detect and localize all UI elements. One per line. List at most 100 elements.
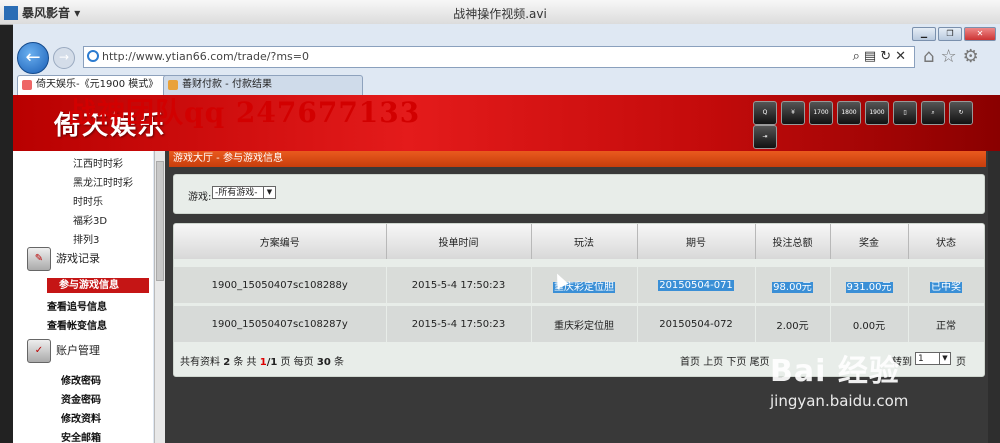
forward-button[interactable]: →: [53, 47, 75, 69]
ie-icon: [87, 50, 99, 62]
content-scrollbar[interactable]: [988, 151, 1000, 443]
restore-icon[interactable]: ❐: [938, 27, 962, 41]
sidebar-item-change-password[interactable]: 修改密码: [61, 372, 101, 387]
tab-strip: 倚天娱乐-《元1900 模式》 × 善财付款 - 付款结果: [13, 73, 1000, 95]
close-icon[interactable]: ✕: [964, 27, 996, 41]
sidebar-scrollbar[interactable]: [154, 151, 165, 443]
col-header-prize[interactable]: 奖金: [830, 224, 909, 259]
address-url: http://www.ytian66.com/trade/?ms=0: [102, 50, 309, 63]
pager-prev-link[interactable]: 上页: [703, 357, 723, 368]
cell-status: 已中奖: [908, 267, 984, 306]
exit-icon[interactable]: ⇥: [753, 125, 777, 149]
cell-play-type: 重庆彩定位胆: [531, 304, 638, 345]
sidebar-section-account[interactable]: ✓ 账户管理: [27, 339, 100, 363]
stop-icon[interactable]: ✕: [895, 49, 910, 64]
tab-favicon-icon: [22, 80, 32, 90]
pager-goto-unit: 页: [956, 357, 966, 368]
col-header-play-type[interactable]: 玩法: [531, 224, 638, 259]
col-header-order-time[interactable]: 投单时间: [386, 224, 532, 259]
navigation-bar: ← → http://www.ytian66.com/trade/?ms=0 ⌕…: [13, 40, 1000, 74]
pager-goto-value: 1: [918, 354, 924, 364]
site-header: 倚天娱乐 战神团队qq 247677133 Q ¥1700 1800 1900 ▯ ⌕ ↻⇥: [13, 95, 1000, 151]
compat-icon[interactable]: ▤: [864, 49, 880, 64]
refresh-icon[interactable]: ↻: [949, 101, 973, 125]
sidebar-section-label: 账户管理: [56, 344, 100, 357]
book-icon[interactable]: ▯: [893, 101, 917, 125]
search-icon[interactable]: ⌕: [853, 49, 864, 64]
video-title: 战神操作视频.avi: [453, 7, 547, 21]
game-filter-value: -所有游戏-: [215, 188, 258, 198]
chevron-down-icon: ▼: [939, 353, 950, 364]
address-bar[interactable]: http://www.ytian66.com/trade/?ms=0 ⌕▤↻✕: [83, 46, 915, 68]
pager-last-link[interactable]: 尾页: [750, 357, 770, 368]
cell-play-type: 重庆彩定位胆: [531, 267, 638, 306]
tab-payment-result[interactable]: 善财付款 - 付款结果: [163, 75, 363, 95]
table-row[interactable]: 1900_15050407sc108288y 2015-5-4 17:50:23…: [174, 267, 984, 306]
mode-1900-icon[interactable]: 1900: [865, 101, 889, 125]
pager-goto-select[interactable]: 1 ▼: [915, 352, 951, 365]
window-controls: ▁ ❐ ✕: [910, 26, 996, 41]
sidebar-item-edit-profile[interactable]: 修改资料: [61, 410, 101, 425]
filter-panel: 游戏: -所有游戏- ▼: [173, 174, 985, 214]
cell-plan-id[interactable]: 1900_15050407sc108287y: [174, 304, 387, 345]
status-badge: 已中奖: [930, 281, 962, 293]
player-title-bar: 暴风影音 ▾ 战神操作视频.avi: [0, 0, 1000, 25]
orders-table: 方案编号 投单时间 玩法 期号 投注总额 奖金 状态 1900_15050407…: [174, 224, 984, 345]
sidebar-scroll-thumb[interactable]: [156, 161, 164, 281]
pager-text: 条: [333, 357, 344, 368]
favorites-star-icon[interactable]: ☆: [940, 46, 962, 67]
sidebar-item-secure-email[interactable]: 安全邮箱: [61, 429, 101, 443]
pager-per-page: 30: [316, 357, 331, 368]
browser-toolbar-icons: ⌂☆⚙: [923, 46, 985, 67]
baidu-logo: Bai 经验: [770, 354, 900, 389]
mode-1800-icon[interactable]: 1800: [837, 101, 861, 125]
sidebar-item-game-info[interactable]: 参与游戏信息: [47, 278, 149, 293]
qq-icon[interactable]: Q: [753, 101, 777, 125]
cell-issue-text: 20150504-071: [658, 279, 734, 291]
header-icon-bar: Q ¥1700 1800 1900 ▯ ⌕ ↻ ⇥: [753, 101, 1000, 149]
baidu-jingyan-watermark: Bai 经验 jingyan.baidu.com: [770, 346, 908, 410]
address-tools: ⌕▤↻✕: [853, 49, 910, 64]
pager-text: 条 共: [233, 357, 257, 368]
tab-favicon-icon: [168, 80, 178, 90]
sidebar-item-heilongjiang[interactable]: 黑龙江时时彩: [73, 174, 133, 189]
sidebar-item-fucai3d[interactable]: 福彩3D: [73, 212, 107, 227]
sidebar-item-account-changes[interactable]: 查看帐变信息: [47, 317, 107, 332]
cell-bet-total: 2.00元: [755, 304, 831, 345]
col-header-bet-total[interactable]: 投注总额: [755, 224, 831, 259]
video-watermark: 战神团队qq 247677133: [68, 96, 421, 129]
cell-prize: 931.00元: [830, 267, 909, 306]
pager-next-link[interactable]: 下页: [726, 357, 746, 368]
search-icon[interactable]: ⌕: [921, 101, 945, 125]
sidebar-section-game-records[interactable]: ✎ 游戏记录: [27, 247, 100, 271]
sidebar-item-jiangxi[interactable]: 江西时时彩: [73, 155, 123, 170]
refresh-icon[interactable]: ↻: [880, 49, 895, 64]
col-header-plan-id[interactable]: 方案编号: [174, 224, 387, 259]
home-icon[interactable]: ⌂: [923, 46, 940, 67]
cell-prize: 0.00元: [830, 304, 909, 345]
game-filter-select[interactable]: -所有游戏- ▼: [212, 186, 276, 199]
pager-nav: 首页 上页 下页 尾页: [680, 353, 770, 368]
chevron-down-icon: ▼: [263, 187, 275, 198]
forward-arrow-icon: →: [58, 50, 70, 64]
pager-first-link[interactable]: 首页: [680, 357, 700, 368]
sidebar-item-shishile[interactable]: 时时乐: [73, 193, 103, 208]
table-row[interactable]: 1900_15050407sc108287y 2015-5-4 17:50:23…: [174, 304, 984, 345]
mode-1700-icon[interactable]: 1700: [809, 101, 833, 125]
sidebar-item-pailie3[interactable]: 排列3: [73, 231, 99, 246]
yuan-icon[interactable]: ¥: [781, 101, 805, 125]
back-button[interactable]: ←: [17, 42, 49, 74]
sidebar-item-fund-password[interactable]: 资金密码: [61, 391, 101, 406]
sidebar-item-chase-info[interactable]: 查看追号信息: [47, 298, 107, 313]
minimize-icon[interactable]: ▁: [912, 27, 936, 41]
pager-text: 页 每页: [280, 357, 314, 368]
col-header-issue[interactable]: 期号: [637, 224, 756, 259]
tab-yitian[interactable]: 倚天娱乐-《元1900 模式》 ×: [17, 75, 182, 95]
cell-plan-id[interactable]: 1900_15050407sc108288y: [174, 267, 387, 306]
gear-icon[interactable]: ⚙: [963, 46, 985, 67]
cell-prize-text: 931.00元: [845, 281, 893, 293]
sidebar-section-label: 游戏记录: [56, 252, 100, 265]
col-header-status[interactable]: 状态: [908, 224, 984, 259]
cell-order-time: 2015-5-4 17:50:23: [386, 304, 532, 345]
tab-label: 善财付款 - 付款结果: [182, 79, 272, 90]
